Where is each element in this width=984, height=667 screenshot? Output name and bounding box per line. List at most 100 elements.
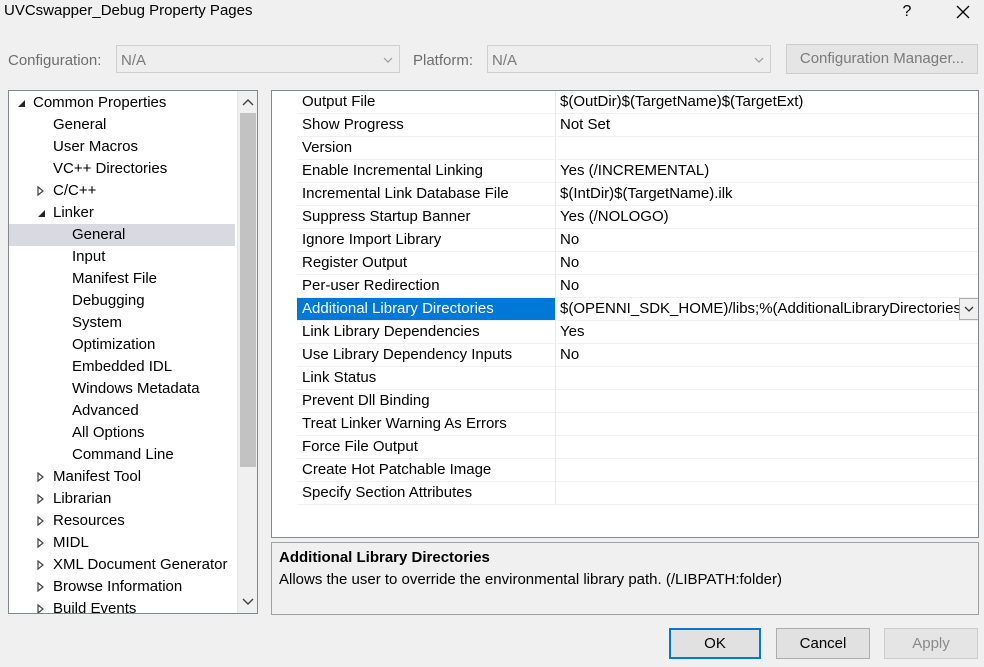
property-tree[interactable]: Common Properties General User Macros VC++ … bbox=[8, 90, 258, 614]
expanded-triangle-icon[interactable] bbox=[16, 92, 26, 114]
property-row[interactable]: Specify Section Attributes bbox=[297, 482, 978, 505]
tree-item[interactable]: Build Events bbox=[9, 598, 235, 613]
tree-item[interactable]: General bbox=[9, 114, 235, 136]
tree-item-label: Common Properties bbox=[33, 94, 167, 111]
tree-item[interactable]: Embedded IDL bbox=[9, 356, 235, 378]
property-value[interactable]: Yes (/INCREMENTAL) bbox=[556, 160, 978, 182]
expanded-triangle-icon[interactable] bbox=[36, 202, 46, 224]
property-row[interactable]: Ignore Import Library No bbox=[297, 229, 978, 252]
property-row[interactable]: Link Status bbox=[297, 367, 978, 390]
tree-item[interactable]: Advanced bbox=[9, 400, 235, 422]
property-row[interactable]: Incremental Link Database File $(IntDir)$… bbox=[297, 183, 978, 206]
window-title: UVCswapper_Debug Property Pages bbox=[4, 2, 253, 19]
property-row[interactable]: Enable Incremental Linking Yes (/INCREMEN… bbox=[297, 160, 978, 183]
tree-item[interactable]: General bbox=[9, 224, 235, 246]
tree-item-label: Advanced bbox=[72, 402, 139, 419]
property-row[interactable]: Prevent Dll Binding bbox=[297, 390, 978, 413]
value-dropdown-button[interactable] bbox=[959, 298, 978, 320]
apply-button[interactable]: Apply bbox=[884, 628, 978, 659]
property-value[interactable] bbox=[556, 413, 978, 435]
collapsed-triangle-icon[interactable] bbox=[36, 598, 46, 613]
configuration-combo[interactable]: N/A bbox=[116, 45, 400, 73]
collapsed-triangle-icon[interactable] bbox=[36, 180, 46, 202]
scroll-thumb[interactable] bbox=[240, 113, 256, 467]
tree-item-label: Resources bbox=[53, 512, 125, 529]
property-name: Create Hot Patchable Image bbox=[297, 459, 556, 481]
tree-item[interactable]: XML Document Generator bbox=[9, 554, 235, 576]
property-value[interactable] bbox=[556, 137, 978, 159]
property-value[interactable] bbox=[556, 367, 978, 389]
property-value[interactable]: No bbox=[556, 275, 978, 297]
collapsed-triangle-icon[interactable] bbox=[36, 488, 46, 510]
close-button[interactable] bbox=[952, 0, 974, 24]
collapsed-triangle-icon[interactable] bbox=[36, 510, 46, 532]
tree-item-label: User Macros bbox=[53, 138, 139, 155]
property-row[interactable]: Create Hot Patchable Image bbox=[297, 459, 978, 482]
property-value[interactable] bbox=[556, 390, 978, 412]
tree-item-label: Linker bbox=[53, 204, 94, 221]
tree-item[interactable]: System bbox=[9, 312, 235, 334]
tree-item[interactable]: Librarian bbox=[9, 488, 235, 510]
configuration-row: Configuration: N/A Platform: N/A Configu… bbox=[0, 44, 984, 76]
property-row[interactable]: Treat Linker Warning As Errors bbox=[297, 413, 978, 436]
property-value[interactable]: $(IntDir)$(TargetName).ilk bbox=[556, 183, 978, 205]
tree-item[interactable]: C/C++ bbox=[9, 180, 235, 202]
property-name: Enable Incremental Linking bbox=[297, 160, 556, 182]
property-row[interactable]: Output File $(OutDir)$(TargetName)$(Targe… bbox=[297, 91, 978, 114]
tree-item[interactable]: Resources bbox=[9, 510, 235, 532]
tree-item[interactable]: Command Line bbox=[9, 444, 235, 466]
description-text: Allows the user to override the environm… bbox=[279, 571, 782, 588]
tree-item[interactable]: Windows Metadata bbox=[9, 378, 235, 400]
tree-item-label: All Options bbox=[72, 424, 145, 441]
property-value[interactable]: No bbox=[556, 252, 978, 274]
tree-item[interactable]: Browse Information bbox=[9, 576, 235, 598]
collapsed-triangle-icon[interactable] bbox=[36, 532, 46, 554]
title-bar: UVCswapper_Debug Property Pages ? bbox=[0, 0, 984, 28]
property-row[interactable]: Version bbox=[297, 137, 978, 160]
property-value[interactable] bbox=[556, 436, 978, 458]
description-title: Additional Library Directories bbox=[279, 549, 490, 566]
property-value[interactable]: Not Set bbox=[556, 114, 978, 136]
property-name: Output File bbox=[297, 91, 556, 113]
property-value[interactable]: Yes bbox=[556, 321, 978, 343]
cancel-button[interactable]: Cancel bbox=[776, 628, 870, 659]
tree-item[interactable]: User Macros bbox=[9, 136, 235, 158]
configuration-manager-button[interactable]: Configuration Manager... bbox=[786, 44, 978, 74]
ok-button[interactable]: OK bbox=[669, 628, 761, 659]
property-value[interactable]: $(OPENNI_SDK_HOME)/libs;%(AdditionalLibr… bbox=[556, 298, 978, 320]
property-value[interactable] bbox=[556, 459, 978, 481]
collapsed-triangle-icon[interactable] bbox=[36, 554, 46, 576]
tree-item[interactable]: All Options bbox=[9, 422, 235, 444]
tree-item[interactable]: VC++ Directories bbox=[9, 158, 235, 180]
tree-item[interactable]: Input bbox=[9, 246, 235, 268]
property-value[interactable]: No bbox=[556, 229, 978, 251]
configuration-value: N/A bbox=[121, 52, 147, 69]
tree-item[interactable]: Debugging bbox=[9, 290, 235, 312]
tree-item[interactable]: Linker bbox=[9, 202, 235, 224]
property-row[interactable]: Link Library Dependencies Yes bbox=[297, 321, 978, 344]
property-row[interactable]: Show Progress Not Set bbox=[297, 114, 978, 137]
tree-item[interactable]: Optimization bbox=[9, 334, 235, 356]
tree-item[interactable]: MIDL bbox=[9, 532, 235, 554]
property-value[interactable]: Yes (/NOLOGO) bbox=[556, 206, 978, 228]
property-value[interactable]: $(OutDir)$(TargetName)$(TargetExt) bbox=[556, 91, 978, 113]
property-grid[interactable]: Output File $(OutDir)$(TargetName)$(Targe… bbox=[271, 90, 979, 538]
property-row[interactable]: Use Library Dependency Inputs No bbox=[297, 344, 978, 367]
property-row[interactable]: Per-user Redirection No bbox=[297, 275, 978, 298]
tree-item[interactable]: Manifest File bbox=[9, 268, 235, 290]
help-button[interactable]: ? bbox=[900, 0, 914, 24]
property-value[interactable] bbox=[556, 482, 978, 504]
collapsed-triangle-icon[interactable] bbox=[36, 576, 46, 598]
property-row[interactable]: Suppress Startup Banner Yes (/NOLOGO) bbox=[297, 206, 978, 229]
chevron-down-icon bbox=[754, 57, 764, 63]
tree-item-label: System bbox=[72, 314, 123, 331]
property-row[interactable]: Additional Library Directories $(OPENNI_S… bbox=[297, 298, 978, 321]
tree-scrollbar[interactable] bbox=[237, 91, 257, 613]
tree-item[interactable]: Manifest Tool bbox=[9, 466, 235, 488]
property-row[interactable]: Force File Output bbox=[297, 436, 978, 459]
platform-combo[interactable]: N/A bbox=[487, 45, 771, 73]
property-value[interactable]: No bbox=[556, 344, 978, 366]
tree-item[interactable]: Common Properties bbox=[9, 92, 235, 114]
collapsed-triangle-icon[interactable] bbox=[36, 466, 46, 488]
property-row[interactable]: Register Output No bbox=[297, 252, 978, 275]
